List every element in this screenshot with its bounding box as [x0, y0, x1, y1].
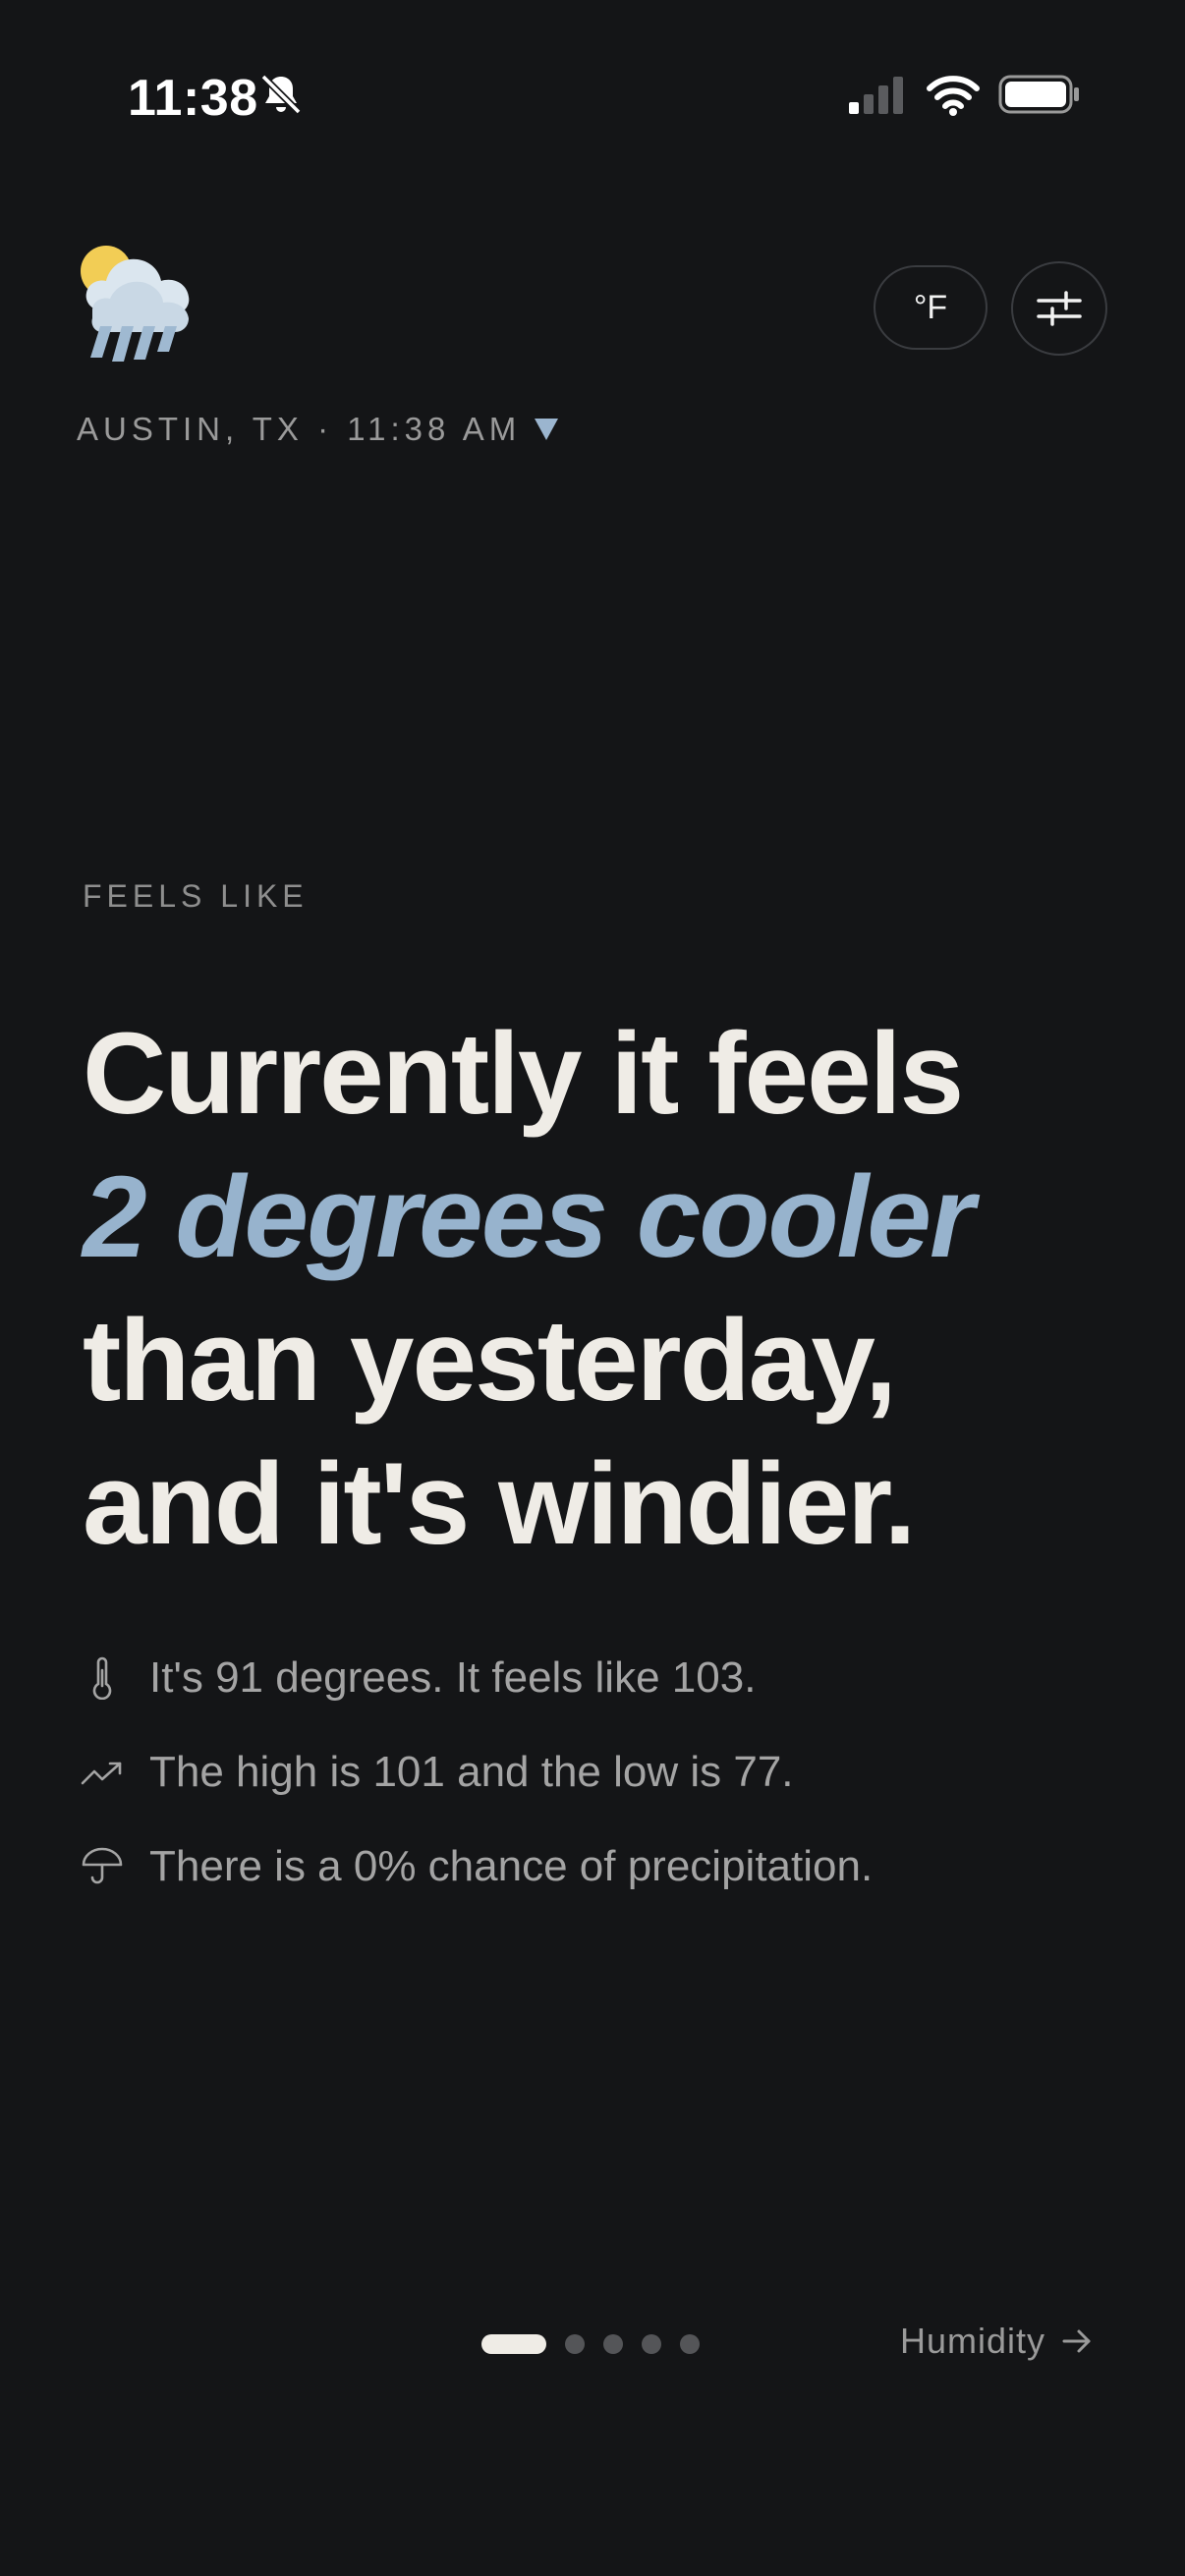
sliders-icon	[1037, 291, 1082, 326]
page-dot[interactable]	[680, 2334, 700, 2354]
detail-text: There is a 0% chance of precipitation.	[149, 1842, 874, 1890]
arrow-right-icon	[1062, 2329, 1091, 2353]
battery-icon	[998, 75, 1079, 114]
location-selector[interactable]: AUSTIN, TX · 11:38 AM	[77, 411, 559, 448]
page-dot[interactable]	[565, 2334, 585, 2354]
detail-text: The high is 101 and the low is 77.	[149, 1748, 794, 1796]
detail-temperature: It's 91 degrees. It feels like 103.	[79, 1631, 873, 1725]
next-page-button[interactable]: Humidity	[900, 2321, 1093, 2362]
detail-precipitation: There is a 0% chance of precipitation.	[79, 1820, 873, 1914]
unit-toggle-button[interactable]: °F	[874, 265, 988, 350]
section-label: FEELS LIKE	[83, 878, 309, 914]
wifi-icon	[927, 76, 980, 116]
status-bar: 11:38	[0, 0, 1185, 196]
umbrella-icon	[79, 1843, 126, 1890]
page-dot-active[interactable]	[481, 2334, 546, 2354]
page-dot[interactable]	[603, 2334, 623, 2354]
detail-text: It's 91 degrees. It feels like 103.	[149, 1653, 757, 1702]
thermometer-icon	[79, 1654, 126, 1702]
details-list: It's 91 degrees. It feels like 103. The …	[79, 1631, 873, 1914]
headline-line-4: and it's windier.	[83, 1439, 916, 1569]
sun-behind-rain-cloud-icon	[81, 246, 190, 362]
bell-slash-icon	[260, 74, 302, 115]
page-indicator[interactable]	[481, 2332, 700, 2356]
unit-label: °F	[913, 288, 948, 326]
status-time: 11:38	[128, 70, 258, 127]
trend-up-icon	[79, 1749, 126, 1796]
headline-line-3: than yesterday,	[83, 1296, 897, 1426]
location-text: AUSTIN, TX · 11:38 AM	[77, 411, 522, 447]
detail-high-low: The high is 101 and the low is 77.	[79, 1725, 873, 1820]
headline-line-1: Currently it feels	[83, 1009, 964, 1139]
page-dot[interactable]	[642, 2334, 661, 2354]
headline-accent: 2 degrees cooler	[83, 1152, 975, 1282]
settings-button[interactable]	[1011, 261, 1107, 356]
caret-down-icon	[535, 419, 559, 440]
cellular-signal-icon	[849, 77, 903, 114]
next-page-label: Humidity	[900, 2321, 1046, 2361]
headline: Currently it feels 2 degrees cooler than…	[83, 1002, 1124, 1576]
